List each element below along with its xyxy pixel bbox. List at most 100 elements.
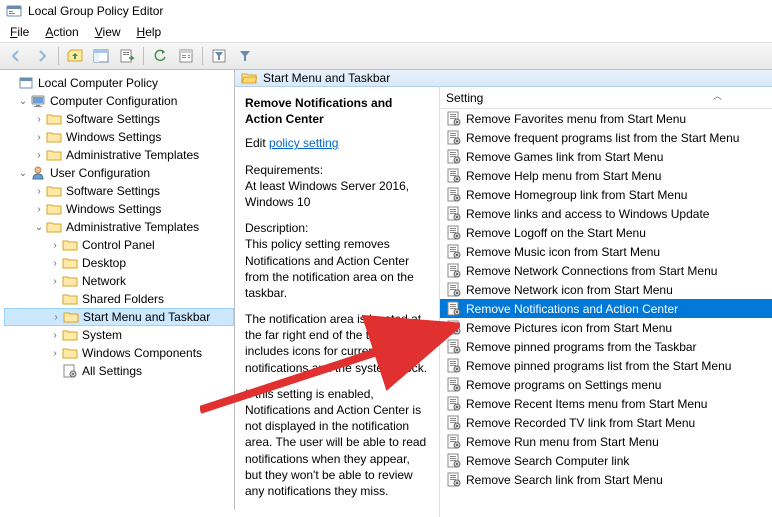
list-row[interactable]: Remove programs on Settings menu <box>440 375 772 394</box>
list-row[interactable]: Remove Logoff on the Start Menu <box>440 223 772 242</box>
tree-pane: ▸Local Computer Policy ⌄Computer Configu… <box>0 70 235 510</box>
policy-item-icon <box>446 111 462 127</box>
folder-open-icon <box>241 70 257 86</box>
tree-user-config[interactable]: ⌄User Configuration <box>4 164 234 182</box>
content-title: Start Menu and Taskbar <box>263 71 390 85</box>
list-row[interactable]: Remove Recorded TV link from Start Menu <box>440 413 772 432</box>
list-row[interactable]: Remove Run menu from Start Menu <box>440 432 772 451</box>
list-row[interactable]: Remove Help menu from Start Menu <box>440 166 772 185</box>
menu-help[interactable]: Help <box>131 23 168 41</box>
list-row[interactable]: Remove frequent programs list from the S… <box>440 128 772 147</box>
folder-icon <box>46 183 62 199</box>
folder-icon <box>46 111 62 127</box>
list-row[interactable]: Remove Recent Items menu from Start Menu <box>440 394 772 413</box>
policy-item-icon <box>446 244 462 260</box>
tree-desktop[interactable]: ›Desktop <box>4 254 234 272</box>
filter-options-button[interactable] <box>207 45 231 67</box>
folder-icon <box>62 237 78 253</box>
tree-computer-config[interactable]: ⌄Computer Configuration <box>4 92 234 110</box>
policy-item-icon <box>446 472 462 488</box>
folder-icon <box>62 345 78 361</box>
policy-item-icon <box>446 339 462 355</box>
policy-item-icon <box>446 149 462 165</box>
policy-item-icon <box>446 377 462 393</box>
sort-indicator-icon: ︿ <box>713 89 722 102</box>
forward-button[interactable] <box>30 45 54 67</box>
show-hide-tree-button[interactable] <box>89 45 113 67</box>
toolbar-separator <box>58 47 59 65</box>
titlebar: Local Group Policy Editor <box>0 0 772 22</box>
toolbar-separator <box>143 47 144 65</box>
policy-item-icon <box>446 396 462 412</box>
tree-network[interactable]: ›Network <box>4 272 234 290</box>
folder-icon <box>46 147 62 163</box>
menu-action[interactable]: Action <box>39 23 84 41</box>
computer-icon <box>30 93 46 109</box>
menu-file[interactable]: File <box>4 23 35 41</box>
tree-system[interactable]: ›System <box>4 326 234 344</box>
policy-item-icon <box>446 453 462 469</box>
folder-icon <box>62 327 78 343</box>
app-icon <box>6 3 22 19</box>
tree-wincomp[interactable]: ›Windows Components <box>4 344 234 362</box>
list-row[interactable]: Remove Pictures icon from Start Menu <box>440 318 772 337</box>
policy-item-icon <box>446 130 462 146</box>
tree-comp-win[interactable]: ›Windows Settings <box>4 128 234 146</box>
policy-icon <box>18 75 34 91</box>
menu-view[interactable]: View <box>89 23 127 41</box>
list-row[interactable]: Remove Notifications and Action Center <box>440 299 772 318</box>
list-row[interactable]: Remove Games link from Start Menu <box>440 147 772 166</box>
folder-icon <box>62 291 78 307</box>
content-header: Start Menu and Taskbar <box>235 70 772 87</box>
list-row[interactable]: Remove Music icon from Start Menu <box>440 242 772 261</box>
tree-comp-sw[interactable]: ›Software Settings <box>4 110 234 128</box>
tree-cp[interactable]: ›Control Panel <box>4 236 234 254</box>
tree-root[interactable]: ▸Local Computer Policy <box>4 74 234 92</box>
user-icon <box>30 165 46 181</box>
properties-button[interactable] <box>174 45 198 67</box>
list-row[interactable]: Remove pinned programs list from the Sta… <box>440 356 772 375</box>
folder-icon <box>46 201 62 217</box>
toolbar-separator <box>202 47 203 65</box>
list-row[interactable]: Remove Search Computer link <box>440 451 772 470</box>
tree-start-menu[interactable]: ›Start Menu and Taskbar <box>4 308 234 326</box>
policy-item-icon <box>446 434 462 450</box>
menubar: File Action View Help <box>0 22 772 42</box>
list-row[interactable]: Remove Homegroup link from Start Menu <box>440 185 772 204</box>
policy-item-icon <box>446 206 462 222</box>
list-column-header[interactable]: Setting ︿ <box>440 87 772 109</box>
edit-policy-link[interactable]: policy setting <box>269 136 338 150</box>
up-button[interactable] <box>63 45 87 67</box>
filter-button[interactable] <box>233 45 257 67</box>
list-row[interactable]: Remove Network Connections from Start Me… <box>440 261 772 280</box>
description-pane: Remove Notifications and Action Center E… <box>235 87 440 517</box>
tree-user-sw[interactable]: ›Software Settings <box>4 182 234 200</box>
policy-item-icon <box>446 187 462 203</box>
toolbar <box>0 42 772 70</box>
tree-comp-adm[interactable]: ›Administrative Templates <box>4 146 234 164</box>
folder-icon <box>62 255 78 271</box>
list-row[interactable]: Remove Search link from Start Menu <box>440 470 772 489</box>
refresh-button[interactable] <box>148 45 172 67</box>
folder-icon <box>63 309 79 325</box>
policy-item-icon <box>446 225 462 241</box>
list-row[interactable]: Remove links and access to Windows Updat… <box>440 204 772 223</box>
folder-icon <box>46 129 62 145</box>
content-pane: Start Menu and Taskbar Remove Notificati… <box>235 70 772 510</box>
tree-user-win[interactable]: ›Windows Settings <box>4 200 234 218</box>
tree-user-adm[interactable]: ⌄Administrative Templates <box>4 218 234 236</box>
list-pane: Setting ︿ Remove Favorites menu from Sta… <box>440 87 772 517</box>
policy-item-icon <box>446 301 462 317</box>
policy-item-icon <box>446 168 462 184</box>
export-button[interactable] <box>115 45 139 67</box>
policy-item-icon <box>446 415 462 431</box>
back-button[interactable] <box>4 45 28 67</box>
list-row[interactable]: Remove Network icon from Start Menu <box>440 280 772 299</box>
tree-shared[interactable]: ›Shared Folders <box>4 290 234 308</box>
tree-allset[interactable]: ›All Settings <box>4 362 234 380</box>
list-row[interactable]: Remove Favorites menu from Start Menu <box>440 109 772 128</box>
list-row[interactable]: Remove pinned programs from the Taskbar <box>440 337 772 356</box>
policy-item-icon <box>446 282 462 298</box>
policy-item-icon <box>446 358 462 374</box>
selected-policy-title: Remove Notifications and Action Center <box>245 95 429 127</box>
